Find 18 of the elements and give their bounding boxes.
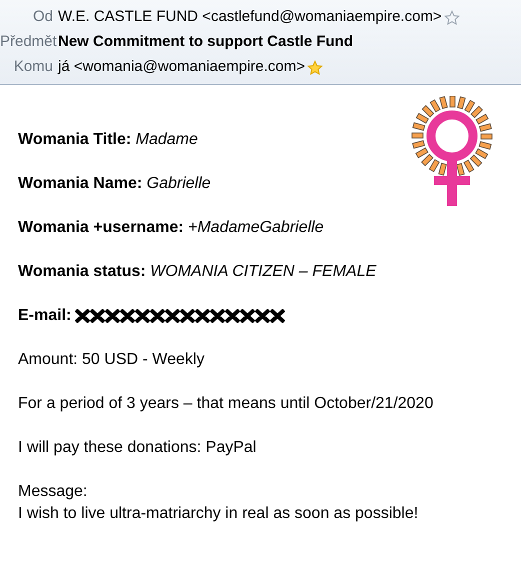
body-text: Amount: 50 USD - Weekly <box>18 350 206 370</box>
header-label: Předmět <box>0 32 58 52</box>
body-text: For a period of 3 years – that means until October/21/2020 <box>18 394 434 414</box>
field-line: Womania Title: Madame <box>18 130 199 150</box>
field-line: Womania Name: Gabrielle <box>18 174 212 194</box>
field-label: E-mail: <box>18 306 72 326</box>
field-line: Womania status: WOMANIA CITIZEN – FEMALE <box>18 262 378 282</box>
header-label: Komu <box>12 57 54 78</box>
star-icon[interactable] <box>307 60 324 76</box>
body-text: I will pay these donations: PayPal <box>18 438 258 458</box>
address-text[interactable]: W.E. CASTLE FUND <castlefund@womaniaempire.com> <box>58 6 442 29</box>
subject-text: New Commitment to support Castle Fund <box>58 32 354 52</box>
message-text: Message: <box>18 482 88 502</box>
field-line: Womania +username: +MadameGabrielle <box>18 218 325 238</box>
address-text[interactable]: já <womania@womaniaempire.com> <box>58 56 306 79</box>
message-text: I wish to live ultra-matriarchy in real as soon as possible! <box>18 504 420 524</box>
header-label: Od <box>32 7 54 28</box>
star-icon[interactable] <box>444 10 460 26</box>
